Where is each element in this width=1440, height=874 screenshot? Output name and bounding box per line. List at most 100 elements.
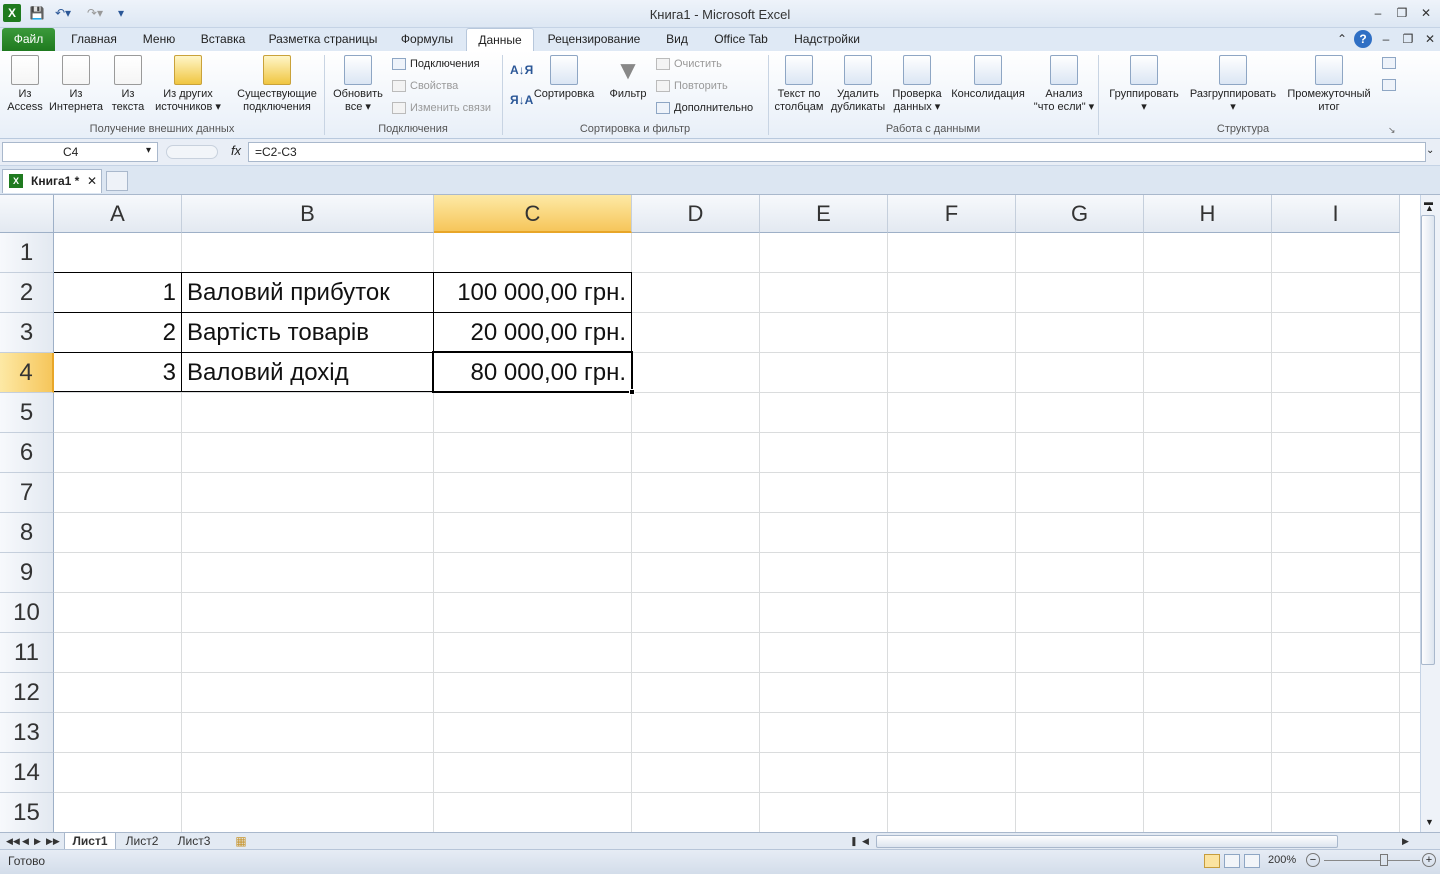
tab-menu[interactable]: Меню	[134, 28, 184, 51]
last-sheet-icon[interactable]: ▶▶	[46, 833, 60, 850]
show-detail-icon[interactable]	[1382, 57, 1396, 69]
group-button[interactable]: Группировать ▾	[1104, 55, 1184, 114]
cell-c2[interactable]: 100 000,00 грн.	[434, 273, 631, 313]
close-icon[interactable]: ✕	[1416, 4, 1436, 22]
clear-filter-button[interactable]: Очистить	[656, 56, 722, 72]
scroll-left-icon[interactable]: ◀	[862, 833, 869, 850]
scroll-down-icon[interactable]: ▼	[1425, 817, 1434, 827]
column-header-a[interactable]: A	[54, 195, 182, 233]
filter-button[interactable]: ▼ Фильтр	[606, 55, 650, 101]
row-header[interactable]: 8	[0, 513, 54, 553]
tab-addins[interactable]: Надстройки	[786, 28, 868, 51]
cell-b3[interactable]: Вартість товарів	[182, 313, 433, 353]
zoom-out-icon[interactable]: −	[1306, 853, 1320, 867]
text-to-columns-button[interactable]: Текст по столбцам	[772, 55, 826, 114]
sort-button[interactable]: Сортировка	[530, 55, 598, 101]
column-header-e[interactable]: E	[760, 195, 888, 233]
expand-formula-bar-icon[interactable]: ⌄	[1426, 145, 1434, 156]
collapse-ribbon-icon[interactable]: ⌃	[1332, 30, 1352, 48]
close-tab-icon[interactable]: ✕	[87, 170, 97, 193]
new-doc-tab-icon[interactable]	[106, 171, 128, 191]
restore-icon[interactable]: ❐	[1392, 4, 1412, 22]
page-break-view-icon[interactable]	[1244, 854, 1260, 868]
row-header[interactable]: 15	[0, 793, 54, 832]
minimize-icon[interactable]: –	[1368, 4, 1388, 22]
column-header-d[interactable]: D	[632, 195, 760, 233]
existing-connections-button[interactable]: Существующие подключения	[234, 55, 320, 114]
sheet-tab-2[interactable]: Лист2	[120, 833, 164, 850]
fill-handle[interactable]	[629, 389, 635, 395]
row-header[interactable]: 1	[0, 233, 54, 273]
column-header-c[interactable]: C	[434, 195, 632, 233]
cell-b2[interactable]: Валовий прибуток	[182, 273, 433, 313]
undo-icon[interactable]: ↶▾	[50, 4, 76, 22]
document-tab[interactable]: X Книга1 * ✕	[2, 169, 102, 193]
cell-a3[interactable]: 2	[54, 313, 181, 353]
tab-data[interactable]: Данные	[466, 28, 534, 52]
next-sheet-icon[interactable]: ▶	[34, 833, 41, 850]
sheet-tab-3[interactable]: Лист3	[172, 833, 216, 850]
reapply-button[interactable]: Повторить	[656, 78, 728, 94]
advanced-filter-button[interactable]: Дополнительно	[656, 100, 753, 116]
name-box-dropdown-icon[interactable]: ▾	[146, 145, 151, 156]
row-header[interactable]: 14	[0, 753, 54, 793]
row-header[interactable]: 10	[0, 593, 54, 633]
ungroup-button[interactable]: Разгруппировать ▾	[1186, 55, 1280, 114]
help-icon[interactable]: ?	[1354, 30, 1372, 48]
cell-c3[interactable]: 20 000,00 грн.	[434, 313, 631, 353]
cell-a2[interactable]: 1	[54, 273, 181, 313]
row-header[interactable]: 2	[0, 273, 54, 313]
column-header-h[interactable]: H	[1144, 195, 1272, 233]
from-web-button[interactable]: Из Интернета	[46, 55, 106, 114]
connections-button[interactable]: Подключения	[392, 56, 480, 72]
doc-restore-icon[interactable]: ❐	[1398, 30, 1418, 48]
tab-insert[interactable]: Вставка	[194, 28, 252, 51]
page-layout-view-icon[interactable]	[1224, 854, 1240, 868]
row-header[interactable]: 7	[0, 473, 54, 513]
refresh-all-button[interactable]: Обновить все ▾	[328, 55, 388, 114]
select-all-corner[interactable]	[0, 195, 54, 233]
horizontal-scroll-thumb[interactable]	[876, 835, 1338, 848]
sheet-tab-1[interactable]: Лист1	[64, 833, 116, 850]
zoom-in-icon[interactable]: +	[1422, 853, 1436, 867]
row-header[interactable]: 9	[0, 553, 54, 593]
edit-links-button[interactable]: Изменить связи	[392, 100, 491, 116]
row-header[interactable]: 6	[0, 433, 54, 473]
column-header-f[interactable]: F	[888, 195, 1016, 233]
cell-b4[interactable]: Валовий дохід	[182, 353, 433, 393]
row-header[interactable]: 3	[0, 313, 54, 353]
subtotal-button[interactable]: Промежуточный итог	[1282, 55, 1376, 114]
insert-function-icon[interactable]: fx	[226, 143, 246, 161]
data-validation-button[interactable]: Проверка данных ▾	[890, 55, 944, 114]
tab-review[interactable]: Рецензирование	[540, 28, 648, 51]
zoom-slider-thumb[interactable]	[1380, 854, 1388, 866]
row-header[interactable]: 12	[0, 673, 54, 713]
tab-view[interactable]: Вид	[658, 28, 696, 51]
row-header[interactable]: 11	[0, 633, 54, 673]
first-sheet-icon[interactable]: ◀◀	[6, 833, 20, 850]
tab-home[interactable]: Главная	[64, 28, 124, 51]
vertical-scroll-thumb[interactable]	[1421, 215, 1435, 665]
scroll-up-icon[interactable]: ▲	[1425, 203, 1434, 213]
customize-toolbar-icon[interactable]: ▾	[114, 4, 128, 22]
prev-sheet-icon[interactable]: ◀	[22, 833, 29, 850]
normal-view-icon[interactable]	[1204, 854, 1220, 868]
doc-close-icon[interactable]: ✕	[1420, 30, 1440, 48]
doc-minimize-icon[interactable]: –	[1376, 30, 1396, 48]
from-access-button[interactable]: Из Access	[4, 55, 46, 114]
formula-input[interactable]: =C2-C3	[248, 142, 1426, 162]
column-header-g[interactable]: G	[1016, 195, 1144, 233]
column-header-i[interactable]: I	[1272, 195, 1400, 233]
zoom-level[interactable]: 200%	[1268, 854, 1296, 866]
row-header[interactable]: 4	[0, 353, 54, 393]
save-icon[interactable]: 💾	[28, 4, 46, 22]
remove-duplicates-button[interactable]: Удалить дубликаты	[828, 55, 888, 114]
tab-file[interactable]: Файл	[2, 28, 55, 51]
insert-sheet-icon[interactable]: ▦	[232, 833, 250, 850]
column-header-b[interactable]: B	[182, 195, 434, 233]
tab-page-layout[interactable]: Разметка страницы	[262, 28, 384, 51]
zoom-slider-track[interactable]	[1324, 860, 1420, 861]
what-if-button[interactable]: Анализ "что если" ▾	[1032, 55, 1096, 114]
cell-a4[interactable]: 3	[54, 353, 181, 393]
properties-button[interactable]: Свойства	[392, 78, 458, 94]
